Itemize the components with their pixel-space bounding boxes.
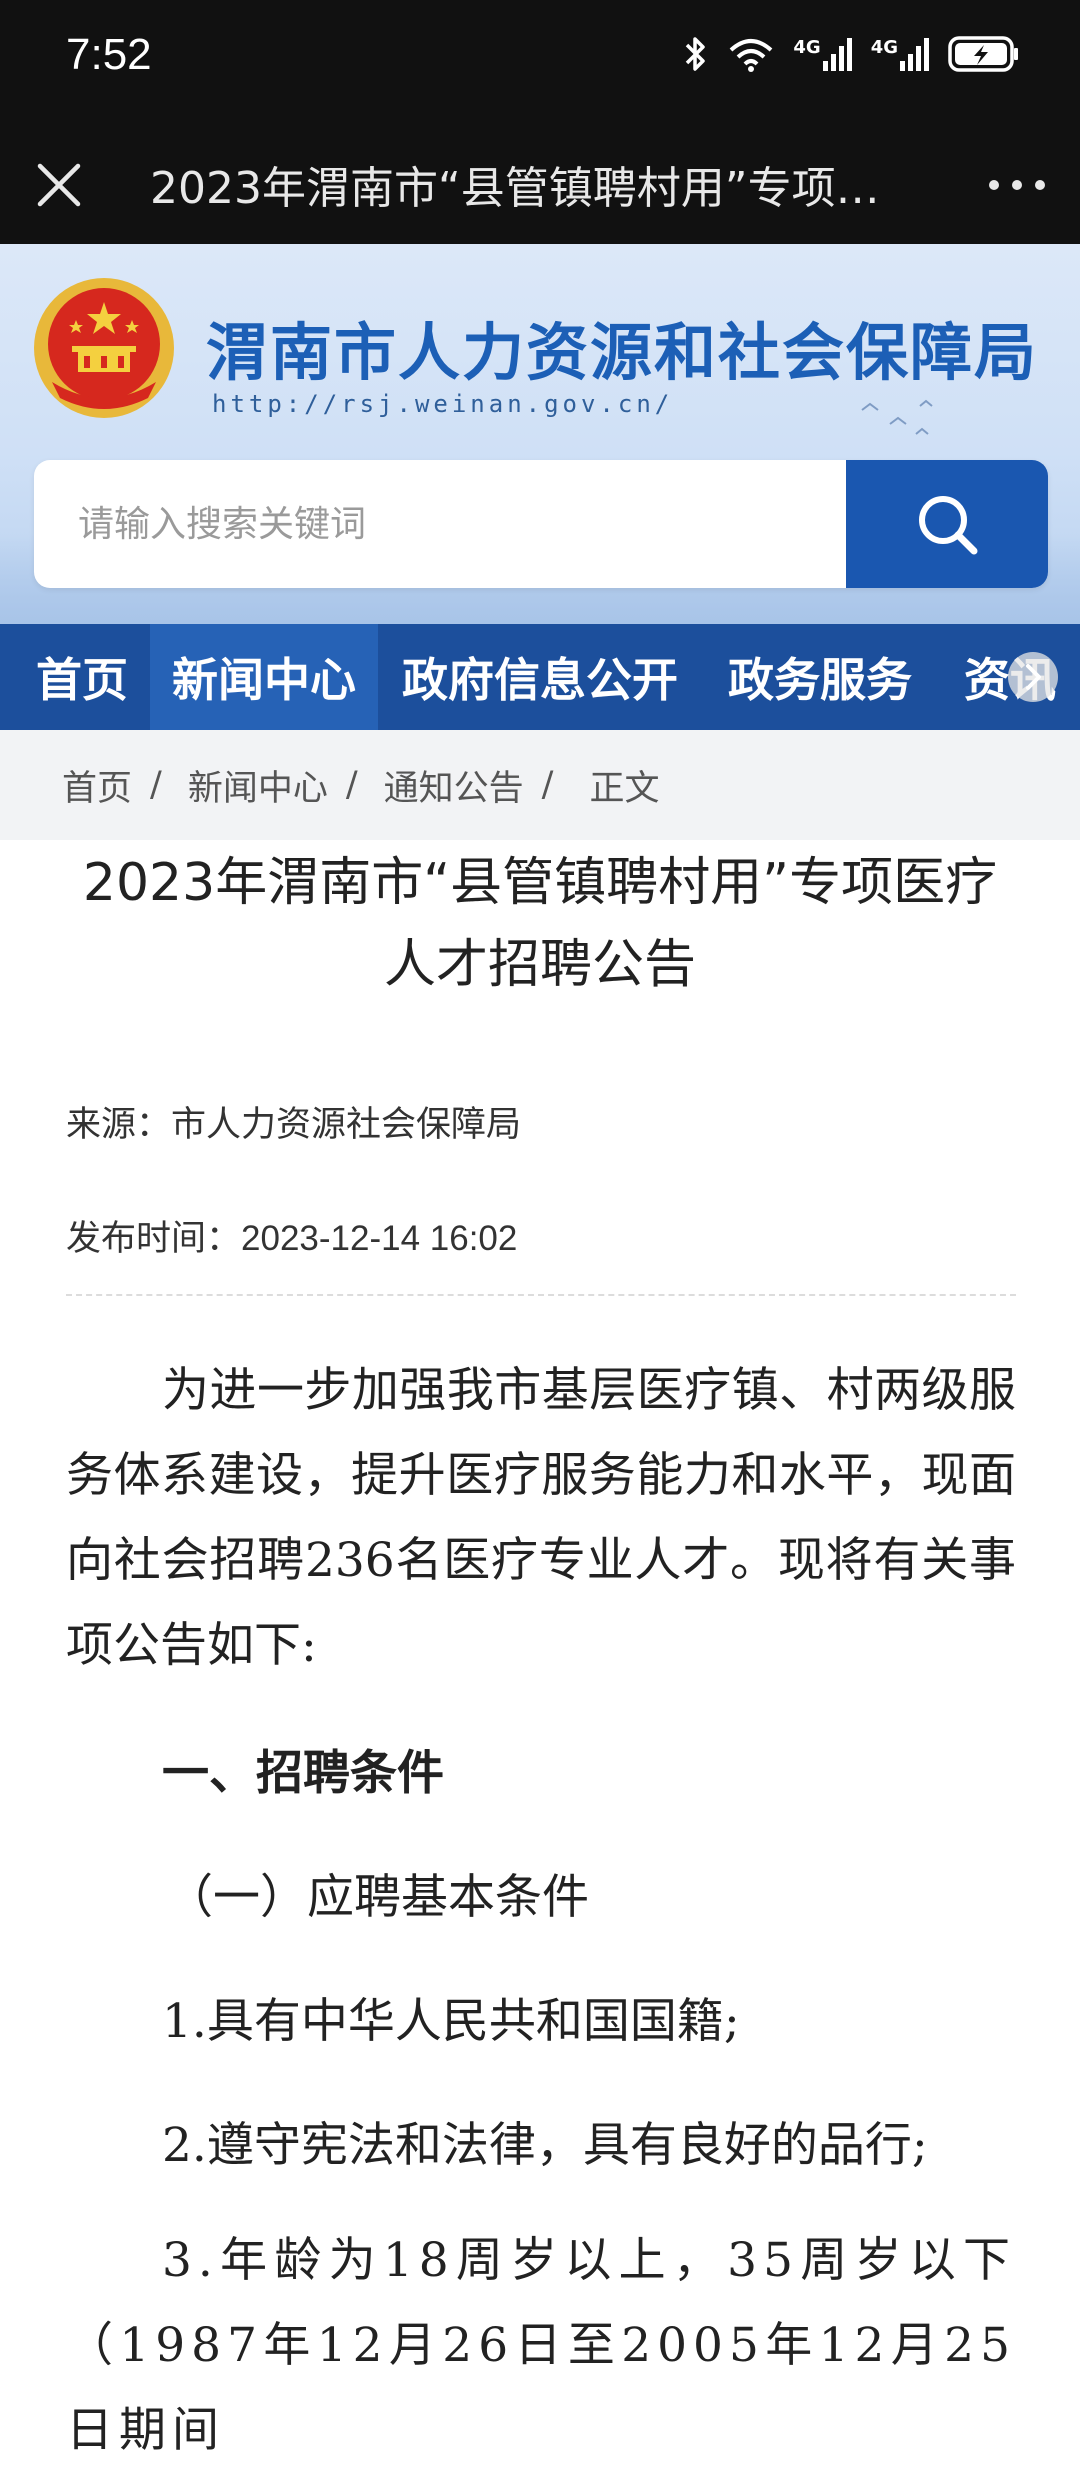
breadcrumb-separator: /: [345, 765, 358, 805]
condition-3: 3.年龄为18周岁以上，35周岁以下（1987年12月26日至2005年12月2…: [66, 2233, 1016, 2458]
webview-title-bar: 2023年渭南市“县管镇聘村用”专项医疗人才招聘公告: [0, 124, 1080, 244]
date-value: 2023-12-14 16:02: [241, 1219, 518, 1258]
article-title: 2023年渭南市“县管镇聘村用”专项医疗人才招聘公告: [82, 853, 998, 995]
network-type-2: 4G: [870, 37, 898, 58]
webview-title: 2023年渭南市“县管镇聘村用”专项医疗人才招聘公告: [150, 163, 910, 214]
search-icon: [919, 496, 978, 555]
more-options-icon[interactable]: [982, 158, 1052, 212]
site-header-banner: 渭南市人力资源和社会保障局 http://rsj.weinan.gov.cn/: [0, 244, 1080, 624]
breadcrumb-news-center[interactable]: 新闻中心: [188, 760, 328, 811]
national-emblem-icon: [34, 278, 174, 418]
bluetooth-icon: [686, 37, 706, 71]
breadcrumb-home[interactable]: 首页: [62, 760, 132, 811]
article-intro: 为进一步加强我市基层医疗镇、村两级服务体系建设，提升医疗服务能力和水平，现面向社…: [66, 1363, 1016, 1673]
nav-item-gov-info[interactable]: 政府信息公开: [378, 624, 700, 730]
birds-decoration: [861, 399, 933, 435]
section-heading: 一、招聘条件: [162, 1746, 444, 1801]
network-type-1: 4G: [793, 37, 821, 58]
status-icons: 4G 4G: [683, 34, 1020, 74]
nav-item-services[interactable]: 政务服务: [700, 624, 934, 730]
date-label: 发布时间：: [66, 1219, 242, 1259]
article-source: 来源：市人力资源社会保障局: [66, 1096, 521, 1147]
signal-2-icon: 4G: [871, 37, 930, 71]
condition-2: 2.遵守宪法和法律，具有良好的品行;: [162, 2118, 928, 2173]
condition-1: 1.具有中华人民共和国国籍;: [162, 1994, 740, 2049]
site-url: http://rsj.weinan.gov.cn/: [212, 390, 674, 418]
source-label: 来源：: [66, 1105, 172, 1145]
close-icon[interactable]: [32, 158, 86, 212]
nav-item-home[interactable]: 首页: [0, 624, 150, 730]
breadcrumb: 首页 / 新闻中心 / 通知公告 / 正文: [0, 730, 1080, 840]
meta-divider: [66, 1294, 1016, 1296]
search-button[interactable]: [846, 460, 1048, 588]
breadcrumb-notices[interactable]: 通知公告: [384, 760, 524, 811]
breadcrumb-separator: /: [541, 765, 554, 805]
search-bar: [34, 460, 1048, 588]
nav-scroll-right-icon[interactable]: [1008, 652, 1058, 702]
breadcrumb-separator: /: [150, 765, 162, 805]
battery-charging-icon: [948, 36, 1018, 72]
source-value: 市人力资源社会保障局: [171, 1105, 522, 1145]
breadcrumb-current: 正文: [589, 768, 660, 809]
search-input[interactable]: [34, 460, 846, 588]
wifi-icon: [730, 39, 773, 72]
site-name[interactable]: 渭南市人力资源和社会保障局: [206, 302, 1038, 392]
signal-1-icon: 4G: [793, 37, 852, 71]
status-time: 7:52: [66, 30, 152, 79]
main-nav: 首页 新闻中心 政府信息公开 政务服务 资讯: [0, 624, 1080, 730]
article-date: 发布时间：2023-12-14 16:02: [66, 1210, 517, 1261]
subsection-heading: （一）应聘基本条件: [166, 1870, 589, 1925]
status-bar: 7:52 4G 4G: [0, 0, 1080, 124]
nav-item-news-center[interactable]: 新闻中心: [150, 624, 378, 730]
